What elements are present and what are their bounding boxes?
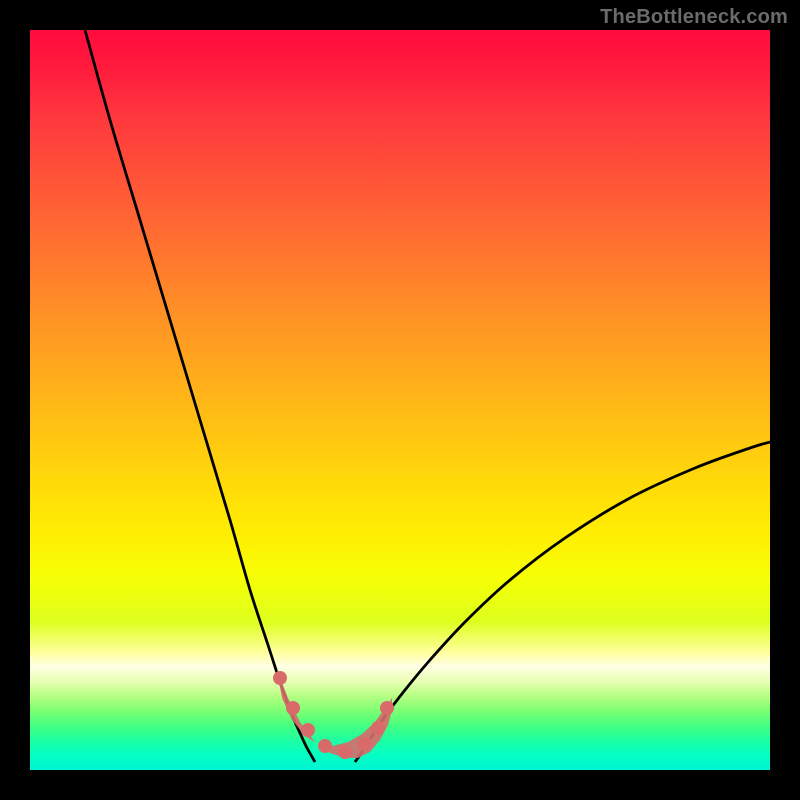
chart-frame: TheBottleneck.com xyxy=(0,0,800,800)
marker-dot xyxy=(286,701,300,715)
chart-svg xyxy=(30,30,770,770)
marker-dot xyxy=(301,723,315,737)
marker-dot xyxy=(371,721,385,735)
marker-dot xyxy=(273,671,287,685)
left-curve xyxy=(85,30,315,762)
marker-dot xyxy=(338,745,352,759)
plot-area xyxy=(30,30,770,770)
marker-dot xyxy=(358,737,372,751)
marker-dot xyxy=(318,739,332,753)
watermark-text: TheBottleneck.com xyxy=(600,6,788,29)
right-curve xyxy=(355,442,770,762)
marker-dot xyxy=(380,701,394,715)
curve-group xyxy=(85,30,770,762)
